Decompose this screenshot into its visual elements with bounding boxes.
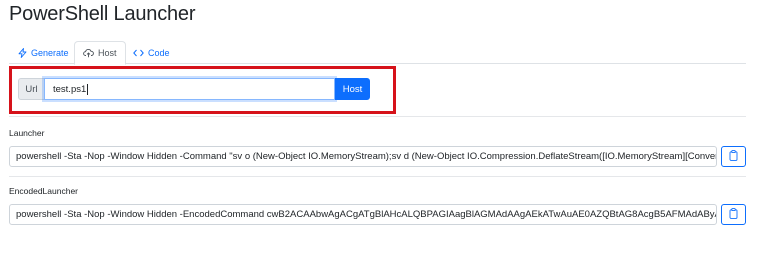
encoded-launcher-field[interactable]: powershell -Sta -Nop -Window Hidden -Enc… xyxy=(9,204,717,225)
launcher-value: powershell -Sta -Nop -Window Hidden -Com… xyxy=(16,151,717,162)
launcher-field[interactable]: powershell -Sta -Nop -Window Hidden -Com… xyxy=(9,146,717,167)
tab-bar: Generate Host Code xyxy=(9,41,746,65)
launcher-label: Launcher xyxy=(9,128,45,138)
text-caret xyxy=(87,83,89,95)
lightning-icon xyxy=(18,47,27,58)
encoded-launcher-label: EncodedLauncher xyxy=(9,186,79,196)
copy-encoded-launcher-button[interactable] xyxy=(721,204,746,225)
host-url-input[interactable]: test.ps1 xyxy=(44,78,335,100)
divider xyxy=(9,176,746,177)
host-url-input-value: test.ps1 xyxy=(53,83,87,95)
host-button[interactable]: Host xyxy=(335,78,370,100)
cloud-upload-icon xyxy=(83,48,94,58)
url-label: Url xyxy=(18,78,44,100)
tab-generate[interactable]: Generate xyxy=(9,41,78,64)
tab-code-label: Code xyxy=(148,47,170,58)
clipboard-icon xyxy=(729,148,738,166)
code-icon xyxy=(133,49,144,57)
divider xyxy=(9,116,746,117)
tab-code[interactable]: Code xyxy=(124,41,179,64)
host-url-group: Url test.ps1 Host xyxy=(18,78,370,100)
encoded-launcher-value: powershell -Sta -Nop -Window Hidden -Enc… xyxy=(16,209,717,220)
tab-host[interactable]: Host xyxy=(74,41,126,65)
tab-generate-label: Generate xyxy=(31,47,69,58)
page-title: PowerShell Launcher xyxy=(9,3,196,25)
tab-host-label: Host xyxy=(98,48,117,58)
clipboard-icon xyxy=(729,206,738,224)
copy-launcher-button[interactable] xyxy=(721,146,746,167)
